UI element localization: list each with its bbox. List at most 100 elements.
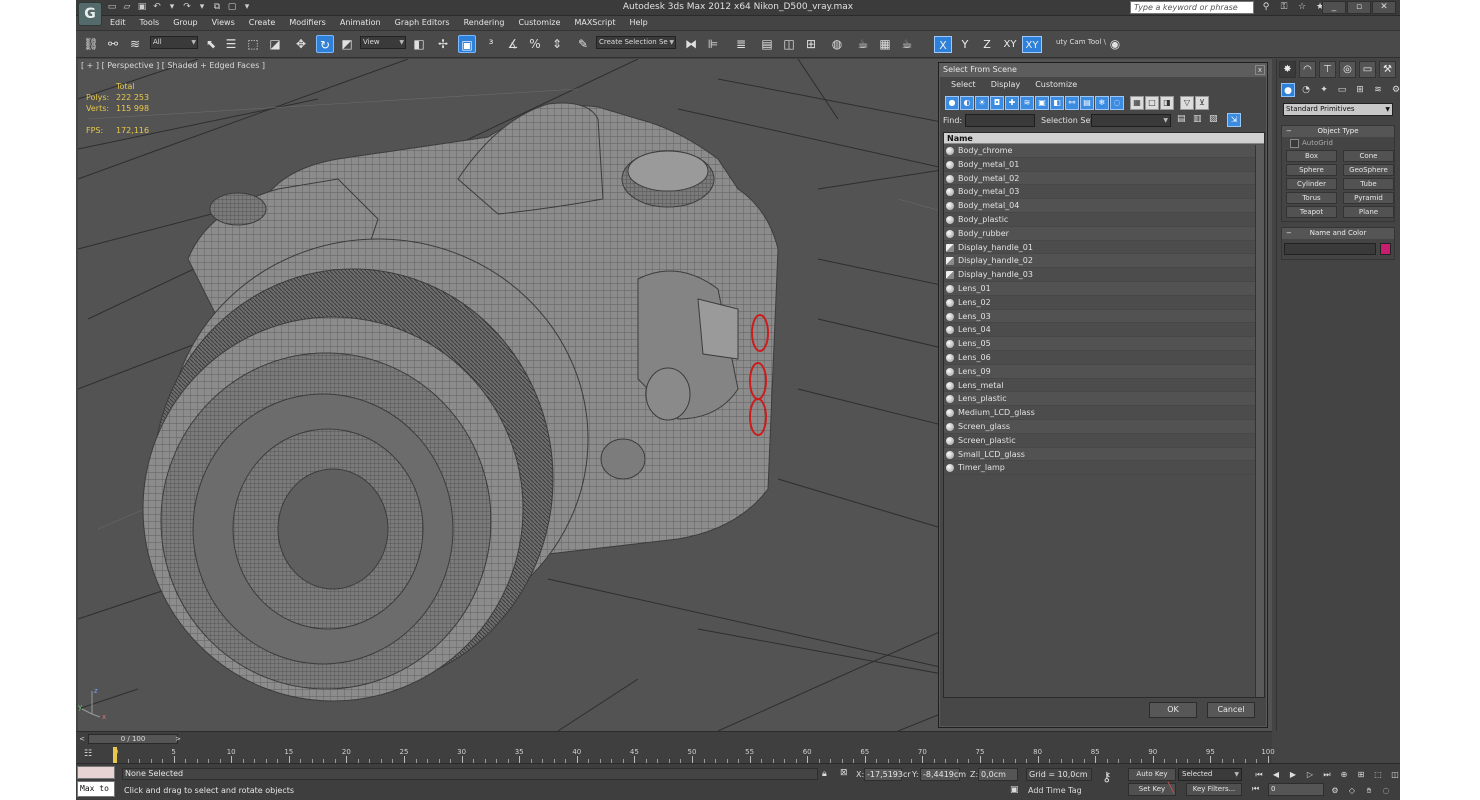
select-object-icon[interactable]: ⬉ bbox=[202, 35, 220, 53]
menu-item-modifiers[interactable]: Modifiers bbox=[289, 18, 326, 27]
render-setup-icon[interactable]: ☕ bbox=[854, 35, 872, 53]
display-frozen-icon[interactable]: ❄ bbox=[1095, 96, 1109, 110]
tube-button[interactable]: Tube bbox=[1343, 178, 1394, 190]
menu-item-views[interactable]: Views bbox=[212, 18, 235, 27]
list-item[interactable]: Body_rubber bbox=[944, 226, 1264, 241]
close-button[interactable]: ✕ bbox=[1372, 1, 1396, 14]
list-item[interactable]: Medium_LCD_glass bbox=[944, 406, 1264, 420]
rotate-icon[interactable]: ↻ bbox=[316, 35, 334, 53]
window-crossing-icon[interactable]: ◪ bbox=[266, 35, 284, 53]
utilities-tab-icon[interactable]: ⚒ bbox=[1379, 61, 1396, 78]
torus-button[interactable]: Torus bbox=[1286, 192, 1337, 204]
display-containers-icon[interactable]: ▤ bbox=[1080, 96, 1094, 110]
previous-frame-icon[interactable]: ◀︎ bbox=[1269, 768, 1283, 781]
sync-selection-icon[interactable]: ⇲ bbox=[1227, 113, 1241, 127]
list-item[interactable]: Timer_lamp bbox=[944, 461, 1264, 476]
move-icon[interactable]: ✥ bbox=[292, 35, 310, 53]
display-lights-icon[interactable]: ☀ bbox=[975, 96, 989, 110]
manipulate-icon[interactable]: ✢ bbox=[434, 35, 452, 53]
list-item[interactable]: Body_chrome bbox=[944, 144, 1264, 158]
display-space-warps-icon[interactable]: ≋ bbox=[1020, 96, 1034, 110]
list-item[interactable]: Lens_09 bbox=[944, 364, 1264, 379]
display-hidden-icon[interactable]: ◌ bbox=[1110, 96, 1124, 110]
search-input[interactable]: Type a keyword or phrase bbox=[1130, 1, 1254, 14]
restrict-y-button[interactable]: Y bbox=[956, 36, 974, 53]
display-geometry-icon[interactable]: ● bbox=[945, 96, 959, 110]
pan-icon[interactable]: ✋︎ bbox=[1362, 784, 1376, 797]
list-item[interactable]: Display_handle_01 bbox=[944, 241, 1264, 255]
link-icon[interactable]: ⛓ bbox=[82, 35, 100, 53]
geosphere-button[interactable]: GeoSphere bbox=[1343, 164, 1394, 176]
list-item[interactable]: Lens_01 bbox=[944, 281, 1264, 296]
zoom-icon[interactable]: ⊕ bbox=[1337, 768, 1351, 781]
rendered-frame-window-icon[interactable]: ▦ bbox=[876, 35, 894, 53]
list-item[interactable]: Lens_plastic bbox=[944, 392, 1264, 407]
zoom-all-icon[interactable]: ⊞ bbox=[1354, 768, 1368, 781]
geometry-icon[interactable]: ● bbox=[1281, 83, 1295, 97]
maxscript-input[interactable]: Max to bbox=[77, 781, 115, 797]
spinner-snap-icon[interactable]: ⇕ bbox=[548, 35, 566, 53]
cancel-button[interactable]: Cancel bbox=[1207, 702, 1255, 718]
minimize-button[interactable]: _ bbox=[1322, 1, 1346, 14]
dialog-menu-display[interactable]: Display bbox=[991, 80, 1021, 89]
display-all-icon[interactable]: ▦ bbox=[1130, 96, 1144, 110]
layer-manager-icon[interactable]: ≣ bbox=[732, 35, 750, 53]
primitive-category-dropdown[interactable]: Standard Primitives bbox=[1283, 103, 1393, 116]
object-name-field[interactable] bbox=[1284, 243, 1376, 255]
y-coordinate-field[interactable]: -8,4419cm bbox=[920, 768, 966, 781]
list-item[interactable]: Screen_plastic bbox=[944, 434, 1264, 448]
viewport-label[interactable]: [ + ] [ Perspective ] [ Shaded + Edged F… bbox=[81, 61, 265, 70]
pyramid-button[interactable]: Pyramid bbox=[1343, 192, 1394, 204]
absolute-mode-icon[interactable]: ⊠ bbox=[840, 768, 848, 778]
filter-options-icon[interactable]: ⊻ bbox=[1195, 96, 1209, 110]
maximize-button[interactable]: ▫ bbox=[1347, 1, 1371, 14]
display-bones-icon[interactable]: ⚯ bbox=[1065, 96, 1079, 110]
restrict-z-button[interactable]: Z bbox=[978, 36, 996, 53]
field-of-view-icon[interactable]: ◇ bbox=[1345, 784, 1359, 797]
display-cameras-icon[interactable]: ◘ bbox=[990, 96, 1004, 110]
display-shapes-icon[interactable]: ◐ bbox=[960, 96, 974, 110]
dialog-title-bar[interactable]: Select From Scene x bbox=[939, 63, 1267, 77]
sphere-button[interactable]: Sphere bbox=[1286, 164, 1337, 176]
set-key-mode-icon[interactable]: ╲ bbox=[1168, 783, 1174, 794]
display-xrefs-icon[interactable]: ◧ bbox=[1050, 96, 1064, 110]
list-item[interactable]: Lens_04 bbox=[944, 323, 1264, 338]
dialog-menu-select[interactable]: Select bbox=[951, 80, 976, 89]
next-frame-icon[interactable]: ▷ bbox=[1303, 768, 1317, 781]
bind-space-warp-icon[interactable]: ≋ bbox=[126, 35, 144, 53]
application-menu-button[interactable]: G bbox=[78, 2, 102, 26]
key-filters-button[interactable]: Key Filters... bbox=[1186, 783, 1242, 796]
plane-button[interactable]: Plane bbox=[1343, 206, 1394, 218]
create-tab-icon[interactable]: ✸ bbox=[1279, 61, 1296, 78]
list-item[interactable]: Body_metal_02 bbox=[944, 171, 1264, 186]
list-item[interactable]: Body_plastic bbox=[944, 213, 1264, 227]
restrict-x-button[interactable]: X bbox=[934, 36, 952, 53]
space-warps-icon[interactable]: ≋ bbox=[1371, 83, 1385, 97]
cone-button[interactable]: Cone bbox=[1343, 150, 1394, 162]
box-button[interactable]: Box bbox=[1286, 150, 1337, 162]
select-invert-icon[interactable]: ▧ bbox=[1209, 114, 1221, 127]
restrict-plane-button[interactable]: XY bbox=[1022, 36, 1042, 53]
schematic-view-icon[interactable]: ⊞ bbox=[802, 35, 820, 53]
align-icon[interactable]: ⊫ bbox=[704, 35, 722, 53]
cam-tool-label[interactable]: uty Cam Tool \ bbox=[1056, 38, 1106, 46]
mini-curve-editor-icon[interactable]: ☷ bbox=[84, 748, 98, 760]
ok-button[interactable]: OK bbox=[1149, 702, 1197, 718]
list-item[interactable]: Display_handle_03 bbox=[944, 268, 1264, 282]
key-icon[interactable]: ⚷ bbox=[1102, 770, 1112, 785]
z-coordinate-field[interactable]: 0,0cm bbox=[978, 768, 1018, 781]
menu-item-rendering[interactable]: Rendering bbox=[464, 18, 505, 27]
angle-snap-icon[interactable]: ∡ bbox=[504, 35, 522, 53]
time-config-icon[interactable]: ⚙ bbox=[1328, 784, 1342, 797]
list-item[interactable]: Lens_03 bbox=[944, 309, 1264, 324]
name-column-header[interactable]: Name bbox=[944, 133, 1264, 144]
go-to-end-icon[interactable]: ⏭ bbox=[1320, 768, 1334, 781]
scene-object-list[interactable]: Name Body_chrome Body_metal_01 Body_metal_… bbox=[943, 132, 1265, 698]
teapot-button[interactable]: Teapot bbox=[1286, 206, 1337, 218]
systems-icon[interactable]: ⚙ bbox=[1389, 83, 1400, 97]
subscription-icon[interactable]: ⚿ bbox=[1278, 2, 1290, 13]
lock-icon[interactable]: 🔒︎ bbox=[822, 769, 827, 779]
cylinder-button[interactable]: Cylinder bbox=[1286, 178, 1337, 190]
track-bar[interactable]: 0510152025303540455055606570758085909510… bbox=[114, 747, 1275, 763]
menu-item-customize[interactable]: Customize bbox=[518, 18, 560, 27]
